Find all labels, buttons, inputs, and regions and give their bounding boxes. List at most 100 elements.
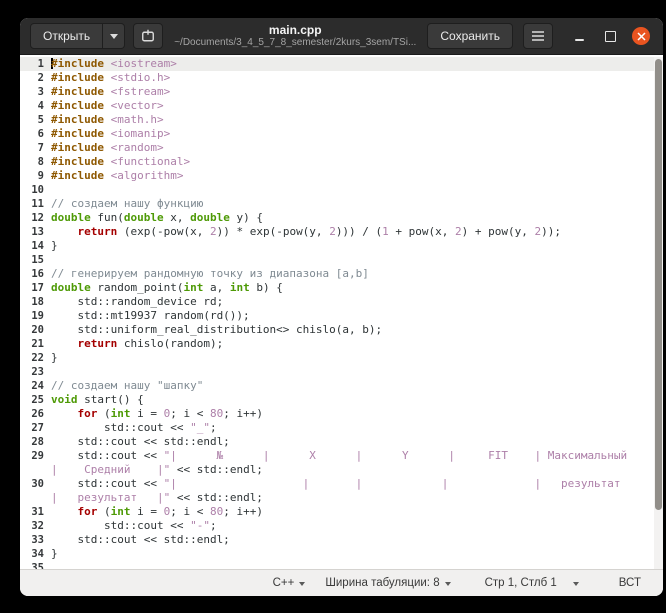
- code-row[interactable]: 1#include <iostream>: [20, 57, 663, 71]
- close-button[interactable]: [629, 24, 653, 48]
- code-token: (exp(-pow(x,: [117, 225, 210, 238]
- code-token: b) {: [250, 281, 283, 294]
- code-row[interactable]: 5#include <math.h>: [20, 113, 663, 127]
- code-token: <random>: [111, 141, 164, 154]
- code-row[interactable]: 32 std::cout << "-";: [20, 519, 663, 533]
- code-token: std::uniform_real_distribution<> chislo(…: [51, 323, 382, 336]
- line-number: 4: [20, 99, 49, 113]
- code-row[interactable]: 3#include <fstream>: [20, 85, 663, 99]
- code-line: std::cout << "| | | | | результат: [49, 477, 663, 491]
- code-token: #include: [51, 85, 104, 98]
- minimize-button[interactable]: [567, 24, 591, 48]
- code-token: [104, 127, 111, 140]
- title-block: main.cpp ~/Documents/3_4_5_7_8_semester/…: [171, 23, 419, 49]
- code-row[interactable]: 8#include <functional>: [20, 155, 663, 169]
- code-row[interactable]: 7#include <random>: [20, 141, 663, 155]
- code-row[interactable]: 21 return chislo(random);: [20, 337, 663, 351]
- code-row[interactable]: 28 std::cout << std::endl;: [20, 435, 663, 449]
- code-token: ;: [210, 519, 217, 532]
- code-line: #include <fstream>: [49, 85, 663, 99]
- code-row[interactable]: 19 std::mt19937 random(rd());: [20, 309, 663, 323]
- code-row[interactable]: 9#include <algorithm>: [20, 169, 663, 183]
- code-token: #include: [51, 127, 104, 140]
- code-token: [104, 141, 111, 154]
- code-row[interactable]: | Средний |" << std::endl;: [20, 463, 663, 477]
- code-row[interactable]: 35: [20, 561, 663, 569]
- code-token: 2: [455, 225, 462, 238]
- code-row[interactable]: 14}: [20, 239, 663, 253]
- save-button[interactable]: Сохранить: [427, 23, 513, 49]
- code-row[interactable]: 18 std::random_device rd;: [20, 295, 663, 309]
- code-row[interactable]: 26 for (int i = 0; i < 80; i++): [20, 407, 663, 421]
- code-row[interactable]: 27 std::cout << "_";: [20, 421, 663, 435]
- code-row[interactable]: 12double fun(double x, double y) {: [20, 211, 663, 225]
- code-token: int: [111, 505, 131, 518]
- code-token: std::random_device rd;: [51, 295, 223, 308]
- code-token: double: [51, 281, 91, 294]
- vertical-scrollbar[interactable]: [654, 57, 663, 569]
- code-line: double random_point(int a, int b) {: [49, 281, 663, 295]
- code-token: chislo(random);: [117, 337, 223, 350]
- code-token: int: [230, 281, 250, 294]
- new-document-icon: [140, 28, 156, 44]
- code-row[interactable]: 2#include <stdio.h>: [20, 71, 663, 85]
- code-token: ; i <: [170, 407, 210, 420]
- open-button[interactable]: Открыть: [30, 23, 103, 49]
- code-row[interactable]: 30 std::cout << "| | | | | результат: [20, 477, 663, 491]
- line-number: 30: [20, 477, 49, 491]
- code-token: ;: [210, 421, 217, 434]
- language-selector[interactable]: C++: [273, 577, 306, 589]
- code-row[interactable]: 10: [20, 183, 663, 197]
- open-dropdown-button[interactable]: [103, 23, 125, 49]
- code-token: start() {: [78, 393, 144, 406]
- maximize-button[interactable]: [598, 24, 622, 48]
- code-token: double: [190, 211, 230, 224]
- code-line: std::cout << "-";: [49, 519, 663, 533]
- code-row[interactable]: 34}: [20, 547, 663, 561]
- menu-button[interactable]: [523, 23, 553, 49]
- code-row[interactable]: | результат |" << std::endl;: [20, 491, 663, 505]
- code-row[interactable]: 13 return (exp(-pow(x, 2)) * exp(-pow(y,…: [20, 225, 663, 239]
- tab-width-selector[interactable]: Ширина табуляции: 8: [325, 577, 450, 589]
- code-row[interactable]: 20 std::uniform_real_distribution<> chis…: [20, 323, 663, 337]
- code-row[interactable]: 15: [20, 253, 663, 267]
- line-number: 26: [20, 407, 49, 421]
- line-number: 9: [20, 169, 49, 183]
- line-number: 27: [20, 421, 49, 435]
- code-line: [49, 365, 663, 379]
- chevron-down-icon: [573, 582, 579, 586]
- code-row[interactable]: 25void start() {: [20, 393, 663, 407]
- chevron-down-icon: [445, 582, 451, 586]
- code-line: }: [49, 239, 663, 253]
- line-number: 16: [20, 267, 49, 281]
- code-line: #include <stdio.h>: [49, 71, 663, 85]
- code-row[interactable]: 6#include <iomanip>: [20, 127, 663, 141]
- code-token: std::cout <<: [51, 519, 190, 532]
- line-number: 7: [20, 141, 49, 155]
- code-line: #include <functional>: [49, 155, 663, 169]
- code-row[interactable]: 17double random_point(int a, int b) {: [20, 281, 663, 295]
- code-token: std::cout << std::endl;: [51, 533, 230, 546]
- code-row[interactable]: 23: [20, 365, 663, 379]
- scrollbar-thumb[interactable]: [655, 59, 662, 510]
- code-token: #include: [51, 57, 104, 70]
- code-row[interactable]: 16// генерируем рандомную точку из диапа…: [20, 267, 663, 281]
- code-row[interactable]: 11// создаем нашу функцию: [20, 197, 663, 211]
- document-path: ~/Documents/3_4_5_7_8_semester/2kurs_3se…: [174, 37, 416, 49]
- code-token: std::mt19937 random(rd());: [51, 309, 250, 322]
- code-token: #include: [51, 169, 104, 182]
- code-line: }: [49, 547, 663, 561]
- code-row[interactable]: 22}: [20, 351, 663, 365]
- new-document-button[interactable]: [133, 23, 163, 49]
- goto-line-dropdown[interactable]: [573, 581, 579, 586]
- code-row[interactable]: 33 std::cout << std::endl;: [20, 533, 663, 547]
- code-row[interactable]: 31 for (int i = 0; i < 80; i++): [20, 505, 663, 519]
- line-number: 19: [20, 309, 49, 323]
- line-number: 8: [20, 155, 49, 169]
- code-row[interactable]: 24// создаем нашу "шапку": [20, 379, 663, 393]
- code-row[interactable]: 4#include <vector>: [20, 99, 663, 113]
- code-row[interactable]: 29 std::cout << "| № | X | Y | FIT | Мак…: [20, 449, 663, 463]
- cursor-position[interactable]: Стр 1, Стлб 1: [485, 577, 557, 589]
- editor-area[interactable]: 1#include <iostream>2#include <stdio.h>3…: [20, 55, 663, 569]
- line-number: 2: [20, 71, 49, 85]
